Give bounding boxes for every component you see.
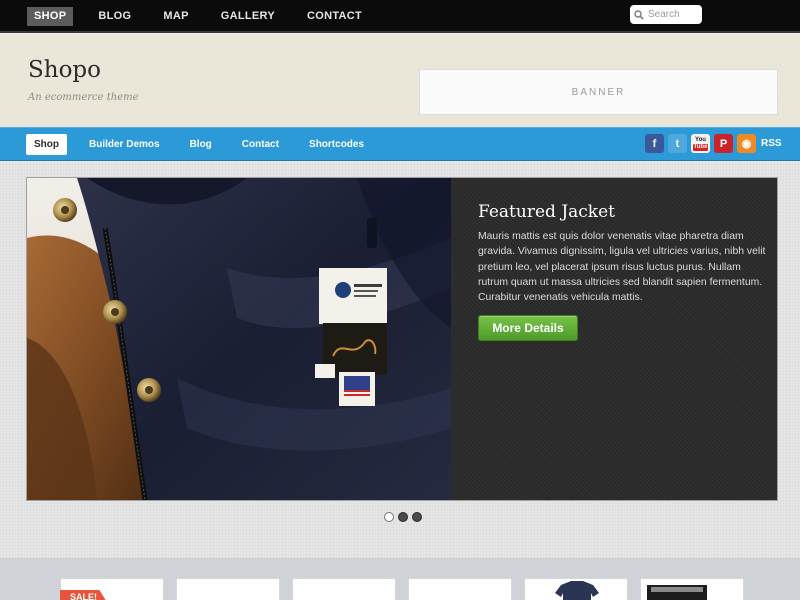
slider-dot-2[interactable] [398, 512, 408, 522]
product-card[interactable]: SALE! [60, 578, 164, 600]
shirt-thumbnail [555, 581, 599, 600]
mainnav-item-contact[interactable]: Contact [234, 134, 287, 155]
jacket-photo[interactable] [27, 178, 451, 500]
topnav-item-gallery[interactable]: GALLERY [214, 7, 282, 26]
topnav-item-contact[interactable]: CONTACT [300, 7, 369, 26]
site-tagline: An ecommerce theme [28, 92, 139, 103]
youtube-icon-you: You [695, 136, 706, 143]
slider-dot-1[interactable] [384, 512, 394, 522]
product-card[interactable] [292, 578, 396, 600]
top-bar: SHOP BLOG MAP GALLERY CONTACT [0, 0, 800, 33]
topnav-item-map[interactable]: MAP [156, 7, 195, 26]
youtube-icon-tube: Tube [692, 143, 709, 151]
site-header: Shopo An ecommerce theme BANNER [0, 35, 800, 127]
site-title[interactable]: Shopo [28, 57, 101, 83]
banner-ad[interactable]: BANNER [419, 69, 778, 115]
product-card[interactable] [640, 578, 744, 600]
main-nav-items: Shop Builder Demos Blog Contact Shortcod… [26, 134, 386, 155]
product-card[interactable] [408, 578, 512, 600]
search-input[interactable] [648, 9, 698, 20]
mainnav-item-shortcodes[interactable]: Shortcodes [301, 134, 372, 155]
pinterest-icon[interactable]: P [714, 134, 733, 153]
search-box[interactable] [630, 5, 702, 24]
slider-dot-3[interactable] [412, 512, 422, 522]
slide-description: Mauris mattis est quis dolor venenatis v… [478, 231, 766, 304]
main-nav: Shop Builder Demos Blog Contact Shortcod… [0, 127, 800, 161]
slider-pagination [384, 512, 426, 522]
top-nav: SHOP BLOG MAP GALLERY CONTACT [27, 7, 387, 26]
search-icon [634, 9, 644, 20]
product-card[interactable] [524, 578, 628, 600]
topnav-item-shop[interactable]: SHOP [27, 7, 74, 26]
mainnav-item-blog[interactable]: Blog [182, 134, 220, 155]
product-card[interactable] [176, 578, 280, 600]
slide-caption-panel: Featured Jacket Mauris mattis est quis d… [451, 178, 777, 500]
product-thumbnail [647, 585, 707, 600]
rss-label[interactable]: RSS [761, 138, 782, 149]
mainnav-item-builder-demos[interactable]: Builder Demos [81, 134, 168, 155]
facebook-icon[interactable]: f [645, 134, 664, 153]
slide-title: Featured Jacket [478, 202, 615, 222]
mainnav-item-shop[interactable]: Shop [26, 134, 67, 155]
more-details-button[interactable]: More Details [478, 315, 578, 341]
topnav-item-blog[interactable]: BLOG [91, 7, 138, 26]
twitter-icon[interactable]: t [668, 134, 687, 153]
rss-icon[interactable]: ◉ [737, 134, 756, 153]
youtube-icon[interactable]: You Tube [691, 134, 710, 153]
featured-slider: Featured Jacket Mauris mattis est quis d… [26, 177, 778, 501]
social-links: f t You Tube P ◉ RSS [645, 134, 782, 153]
sale-badge: SALE! [60, 590, 108, 600]
